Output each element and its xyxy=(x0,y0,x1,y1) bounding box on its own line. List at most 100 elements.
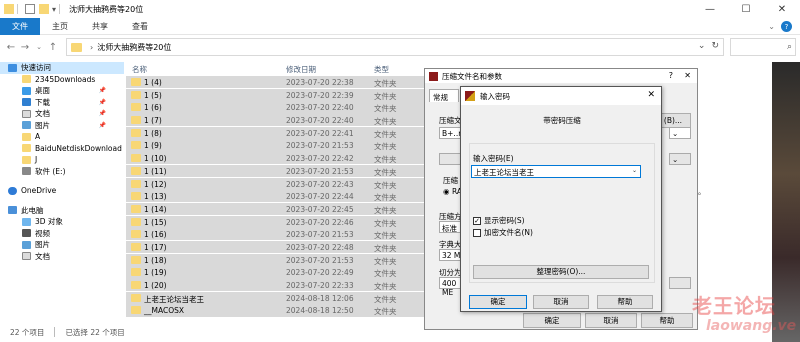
nav-this-pc[interactable]: 此电脑 xyxy=(0,205,124,217)
folder-icon xyxy=(22,144,31,153)
archive-cancel-button[interactable]: 取消 xyxy=(585,313,637,328)
file-type: 文件夹 xyxy=(374,282,397,291)
file-name: 1 (10) xyxy=(144,154,167,164)
close-icon[interactable]: ✕ xyxy=(684,71,691,80)
archive-ok-button[interactable]: 确定 xyxy=(523,313,581,328)
tab-share[interactable]: 共享 xyxy=(80,18,120,35)
breadcrumb-current[interactable]: 沈师大抽鸦费等20位 xyxy=(97,42,171,53)
table-row[interactable]: 1 (4) 2023-07-20 22:38 文件夹 xyxy=(126,76,426,89)
expand-ribbon-icon[interactable]: ⌄ xyxy=(768,22,775,31)
table-row[interactable]: 1 (14) 2023-07-20 22:45 文件夹 xyxy=(126,202,426,216)
table-row[interactable]: 1 (15) 2023-07-20 22:46 文件夹 xyxy=(126,215,426,228)
file-type: 文件夹 xyxy=(374,79,397,88)
nav-quick-access[interactable]: 快速访问 xyxy=(0,62,124,74)
password-ok-button[interactable]: 确定 xyxy=(469,295,527,309)
back-arrow-icon[interactable]: ← xyxy=(4,42,18,53)
split-volume-dropdown[interactable] xyxy=(669,277,691,289)
column-header-name[interactable]: 名称 xyxy=(132,64,147,75)
star-icon xyxy=(8,63,17,72)
folder-icon xyxy=(71,42,82,52)
tab-general[interactable]: 常规 xyxy=(429,89,459,102)
nav-item-pc-pictures[interactable]: 图片 xyxy=(0,239,124,251)
search-input[interactable]: ⌕ xyxy=(730,38,796,56)
help-icon[interactable]: ? xyxy=(781,21,792,32)
nav-item-a[interactable]: A xyxy=(0,131,124,143)
up-arrow-icon[interactable]: ↑ xyxy=(46,42,60,53)
table-row[interactable]: 1 (7) 2023-07-20 22:40 文件夹 xyxy=(126,114,426,127)
table-row[interactable]: 1 (5) 2023-07-20 22:39 文件夹 xyxy=(126,88,426,101)
address-field[interactable]: › 沈师大抽鸦费等20位 ⌄ ↻ xyxy=(66,38,724,56)
nav-item-pictures[interactable]: 图片 📌 xyxy=(0,120,124,132)
password-dialog-heading: 带密码压缩 xyxy=(543,116,581,125)
nav-item-downloads[interactable]: 下载 📌 xyxy=(0,97,124,109)
new-folder-icon[interactable] xyxy=(39,4,49,14)
nav-item-desktop[interactable]: 桌面 📌 xyxy=(0,85,124,97)
tab-home[interactable]: 主页 xyxy=(40,18,80,35)
nav-item-2345downloads[interactable]: 2345Downloads xyxy=(0,74,124,86)
archive-name-dropdown[interactable]: ⌄ xyxy=(669,127,691,139)
file-name: 1 (13) xyxy=(144,192,167,202)
refresh-icon[interactable]: ↻ xyxy=(711,41,719,51)
close-button[interactable]: ✕ xyxy=(764,0,800,18)
chevron-down-icon[interactable]: ⌄ xyxy=(632,167,637,174)
file-date: 2023-07-20 22:42 xyxy=(286,154,354,164)
nav-item-drive-e[interactable]: 软件 (E:) xyxy=(0,166,124,178)
column-header-date[interactable]: 修改日期 xyxy=(286,64,316,75)
profile-dropdown[interactable]: ⌄ xyxy=(669,153,691,165)
folder-icon xyxy=(22,155,31,164)
password-value: 上老王论坛当老王 xyxy=(474,168,534,177)
organize-passwords-button[interactable]: 整理密码(O)... xyxy=(473,265,649,279)
breadcrumb-separator-icon[interactable]: › xyxy=(90,43,93,52)
table-row[interactable]: 1 (10) 2023-07-20 22:42 文件夹 xyxy=(126,152,426,165)
table-row[interactable]: 1 (16) 2023-07-20 21:53 文件夹 xyxy=(126,228,426,241)
document-icon xyxy=(22,109,31,118)
table-row[interactable]: 上老王论坛当老王 2024-08-18 12:06 文件夹 xyxy=(126,291,426,304)
close-icon[interactable]: ✕ xyxy=(647,90,655,100)
file-name: 1 (14) xyxy=(144,204,167,214)
table-row[interactable]: 1 (13) 2023-07-20 22:44 文件夹 xyxy=(126,190,426,203)
nav-label: 视频 xyxy=(35,228,50,238)
column-header-type[interactable]: 类型 xyxy=(374,64,389,75)
show-password-checkbox[interactable]: ✓ 显示密码(S) xyxy=(473,215,525,226)
table-row[interactable]: 1 (19) 2023-07-20 22:49 文件夹 xyxy=(126,266,426,279)
table-row[interactable]: 1 (20) 2023-07-20 22:33 文件夹 xyxy=(126,279,426,292)
folder-icon xyxy=(131,230,141,239)
table-row[interactable]: 1 (17) 2023-07-20 22:48 文件夹 xyxy=(126,240,426,254)
forward-arrow-icon[interactable]: → xyxy=(18,42,32,53)
nav-item-videos[interactable]: 视频 xyxy=(0,228,124,240)
maximize-button[interactable]: ☐ xyxy=(728,0,764,18)
table-row[interactable]: 1 (8) 2023-07-20 22:41 文件夹 xyxy=(126,126,426,139)
encrypt-names-checkbox[interactable]: 加密文件名(N) xyxy=(473,227,533,238)
folder-icon xyxy=(131,128,141,137)
address-dropdown-icon[interactable]: ⌄ xyxy=(698,41,706,51)
cloud-icon xyxy=(8,186,17,195)
nav-item-baidunetdisk[interactable]: BaiduNetdiskDownload xyxy=(0,143,124,155)
file-type: 文件夹 xyxy=(374,129,397,139)
file-type: 文件夹 xyxy=(374,269,397,279)
archive-help-button[interactable]: 帮助 xyxy=(641,313,693,328)
help-icon[interactable]: ? xyxy=(669,71,673,80)
nav-item-documents[interactable]: 文档 📌 xyxy=(0,108,124,120)
table-row[interactable]: __MACOSX 2024-08-18 12:50 文件夹 xyxy=(126,304,426,317)
password-cancel-button[interactable]: 取消 xyxy=(533,295,589,309)
minimize-button[interactable]: — xyxy=(692,0,728,18)
table-row[interactable]: 1 (12) 2023-07-20 22:43 文件夹 xyxy=(126,177,426,190)
divider xyxy=(54,327,56,337)
table-row[interactable]: 1 (6) 2023-07-20 22:40 文件夹 xyxy=(126,101,426,114)
table-row[interactable]: 1 (11) 2023-07-20 21:53 文件夹 xyxy=(126,164,426,177)
table-row[interactable]: 1 (18) 2023-07-20 21:53 文件夹 xyxy=(126,253,426,266)
nav-item-j[interactable]: J xyxy=(0,154,124,166)
tab-file[interactable]: 文件 xyxy=(0,17,40,35)
table-row[interactable]: 1 (9) 2023-07-20 21:53 文件夹 xyxy=(126,139,426,152)
properties-icon[interactable] xyxy=(25,4,35,14)
nav-item-3d-objects[interactable]: 3D 对象 xyxy=(0,216,124,228)
nav-onedrive[interactable]: OneDrive xyxy=(0,185,124,197)
password-help-button[interactable]: 帮助 xyxy=(597,295,653,309)
nav-item-pc-documents[interactable]: 文档 xyxy=(0,251,124,263)
password-input[interactable]: 上老王论坛当老王 ⌄ xyxy=(471,165,641,178)
quick-access-dropdown-icon[interactable]: ▾ xyxy=(52,5,56,14)
recent-dropdown-icon[interactable]: ⌄ xyxy=(32,43,46,51)
tab-view[interactable]: 查看 xyxy=(120,18,160,35)
file-type: 文件夹 xyxy=(374,104,397,114)
file-type: 文件夹 xyxy=(374,205,397,215)
